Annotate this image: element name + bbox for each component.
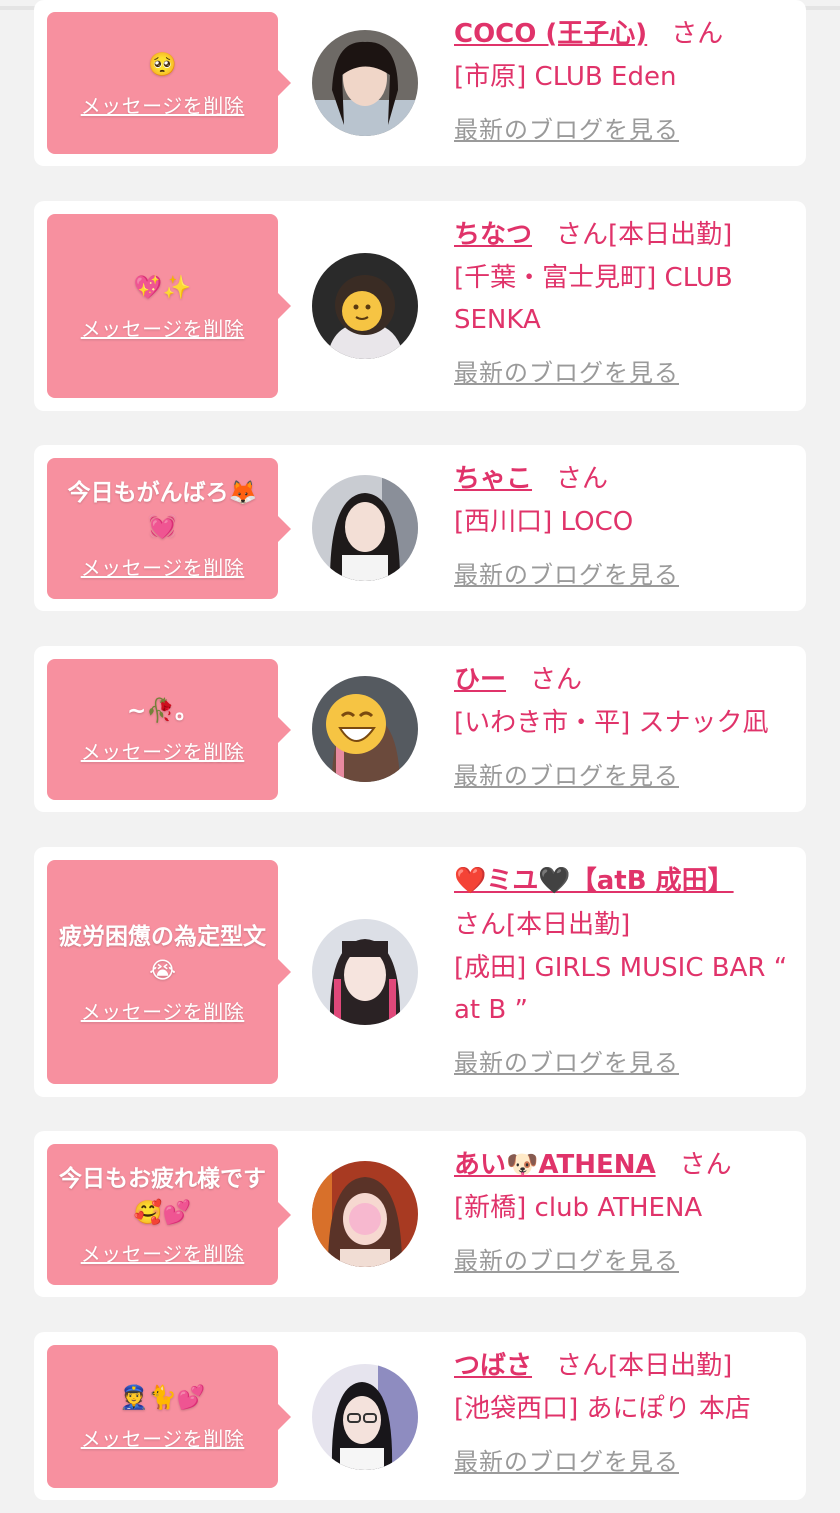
- message-text: 疲労困憊の為定型文😭: [59, 923, 266, 984]
- honorific: さん: [671, 19, 724, 49]
- shop-label: [新橋] club ATHENA: [454, 1193, 703, 1223]
- delete-message-link[interactable]: メッセージを削除: [81, 552, 245, 581]
- shop-label: [千葉・富士見町] CLUB SENKA: [454, 263, 733, 335]
- profile-info: あい🐶ATHENA さん [新橋] club ATHENA 最新のブログを見る: [454, 1143, 792, 1276]
- delete-message-link[interactable]: メッセージを削除: [81, 736, 245, 765]
- profile-name-link[interactable]: つばさ: [454, 1351, 532, 1381]
- profile-name-link[interactable]: COCO (王子心): [454, 19, 647, 49]
- latest-blog-link[interactable]: 最新のブログを見る: [454, 1442, 679, 1477]
- profile-info: ちなつ さん[本日出勤] [千葉・富士見町] CLUB SENKA 最新のブログを…: [454, 213, 792, 388]
- message-bubble: 🥺 メッセージを削除: [47, 12, 291, 154]
- avatar[interactable]: [312, 919, 418, 1025]
- avatar[interactable]: [312, 1364, 418, 1470]
- shop-label: [市原] CLUB Eden: [454, 62, 677, 92]
- latest-blog-link[interactable]: 最新のブログを見る: [454, 353, 679, 388]
- honorific: さん: [556, 1351, 609, 1381]
- message-text: ~🥀。: [127, 698, 198, 724]
- honorific: さん: [556, 464, 609, 494]
- shop-label: [成田] GIRLS MUSIC BAR “ at B ”: [454, 953, 788, 1025]
- profile-name-link[interactable]: ちなつ: [454, 220, 532, 250]
- profile-info: ひー さん [いわき市・平] スナック凪 最新のブログを見る: [454, 658, 792, 791]
- avatar[interactable]: [312, 475, 418, 581]
- message-bubble: ~🥀。 メッセージを削除: [47, 659, 291, 800]
- profile-info: ちゃこ さん [西川口] LOCO 最新のブログを見る: [454, 457, 792, 590]
- avatar[interactable]: [312, 1161, 418, 1267]
- honorific: さん: [556, 220, 609, 250]
- profile-name-link[interactable]: あい🐶ATHENA: [454, 1150, 656, 1180]
- message-card: 🥺 メッセージを削除 COCO (王子心) さん [市原] CLUB Eden 最…: [34, 0, 806, 166]
- avatar[interactable]: [312, 253, 418, 359]
- shop-label: [西川口] LOCO: [454, 507, 634, 537]
- profile-name-link[interactable]: ちゃこ: [454, 464, 532, 494]
- message-text: 💖✨: [133, 274, 192, 301]
- latest-blog-link[interactable]: 最新のブログを見る: [454, 756, 679, 791]
- delete-message-link[interactable]: メッセージを削除: [81, 313, 245, 342]
- name-line: ❤️ミユ🖤【atB 成田】 さん[本日出勤]: [454, 859, 792, 947]
- message-text: 🥺: [148, 51, 177, 78]
- shop-label: [いわき市・平] スナック凪: [454, 708, 769, 738]
- message-bubble: 💖✨ メッセージを削除: [47, 214, 291, 398]
- message-card: 疲労困憊の為定型文😭 メッセージを削除 ❤️ミユ🖤【atB 成田】 さん[本日出勤…: [34, 847, 806, 1097]
- attendance-badge: [本日出勤]: [608, 1351, 733, 1381]
- message-card: 今日もお疲れ様です🥰💕 メッセージを削除 あい🐶ATHENA さん [新橋] cl…: [34, 1131, 806, 1297]
- message-bubble: 今日もがんばろ🦊💓 メッセージを削除: [47, 458, 291, 599]
- avatar[interactable]: [312, 30, 418, 136]
- avatar[interactable]: [312, 676, 418, 782]
- name-line: COCO (王子心) さん: [454, 12, 792, 56]
- latest-blog-link[interactable]: 最新のブログを見る: [454, 555, 679, 590]
- profile-info: つばさ さん[本日出勤] [池袋西口] あにぽり 本店 最新のブログを見る: [454, 1344, 792, 1477]
- attendance-badge: [本日出勤]: [608, 220, 733, 250]
- profile-info: COCO (王子心) さん [市原] CLUB Eden 最新のブログを見る: [454, 12, 792, 145]
- name-line: つばさ さん[本日出勤]: [454, 1344, 792, 1388]
- message-card: ~🥀。 メッセージを削除 ひー さん [いわき市・平] スナック凪 最新のブログを…: [34, 646, 806, 812]
- name-line: あい🐶ATHENA さん: [454, 1143, 792, 1187]
- latest-blog-link[interactable]: 最新のブログを見る: [454, 1043, 679, 1078]
- message-text: 今日もお疲れ様です🥰💕: [59, 1166, 266, 1226]
- delete-message-link[interactable]: メッセージを削除: [81, 1423, 245, 1452]
- name-line: ひー さん: [454, 658, 792, 702]
- latest-blog-link[interactable]: 最新のブログを見る: [454, 1241, 679, 1276]
- name-line: ちゃこ さん: [454, 457, 792, 501]
- latest-blog-link[interactable]: 最新のブログを見る: [454, 110, 679, 145]
- profile-name-link[interactable]: ❤️ミユ🖤【atB 成田】: [454, 866, 734, 896]
- shop-label: [池袋西口] あにぽり 本店: [454, 1394, 751, 1424]
- profile-info: ❤️ミユ🖤【atB 成田】 さん[本日出勤] [成田] GIRLS MUSIC B…: [454, 859, 792, 1078]
- honorific: さん: [679, 1150, 732, 1180]
- message-text: 👮🐈💕: [119, 1385, 206, 1411]
- profile-name-link[interactable]: ひー: [454, 665, 506, 695]
- message-card: 👮🐈💕 メッセージを削除 つばさ さん[本日出勤] [池袋西口] あにぽり 本店 …: [34, 1332, 806, 1500]
- attendance-badge: [本日出勤]: [506, 910, 631, 940]
- delete-message-link[interactable]: メッセージを削除: [81, 90, 245, 119]
- message-bubble: 今日もお疲れ様です🥰💕 メッセージを削除: [47, 1144, 291, 1285]
- honorific: さん: [454, 910, 507, 940]
- name-line: ちなつ さん[本日出勤]: [454, 213, 792, 257]
- delete-message-link[interactable]: メッセージを削除: [81, 996, 245, 1025]
- message-text: 今日もがんばろ🦊💓: [67, 480, 258, 540]
- honorific: さん: [530, 665, 583, 695]
- message-bubble: 👮🐈💕 メッセージを削除: [47, 1345, 291, 1488]
- message-card: 💖✨ メッセージを削除 ちなつ さん[本日出勤] [千葉・富士見町] CLUB S…: [34, 201, 806, 411]
- message-card: 今日もがんばろ🦊💓 メッセージを削除 ちゃこ さん [西川口] LOCO 最新のブ…: [34, 445, 806, 611]
- delete-message-link[interactable]: メッセージを削除: [81, 1238, 245, 1267]
- message-bubble: 疲労困憊の為定型文😭 メッセージを削除: [47, 860, 291, 1084]
